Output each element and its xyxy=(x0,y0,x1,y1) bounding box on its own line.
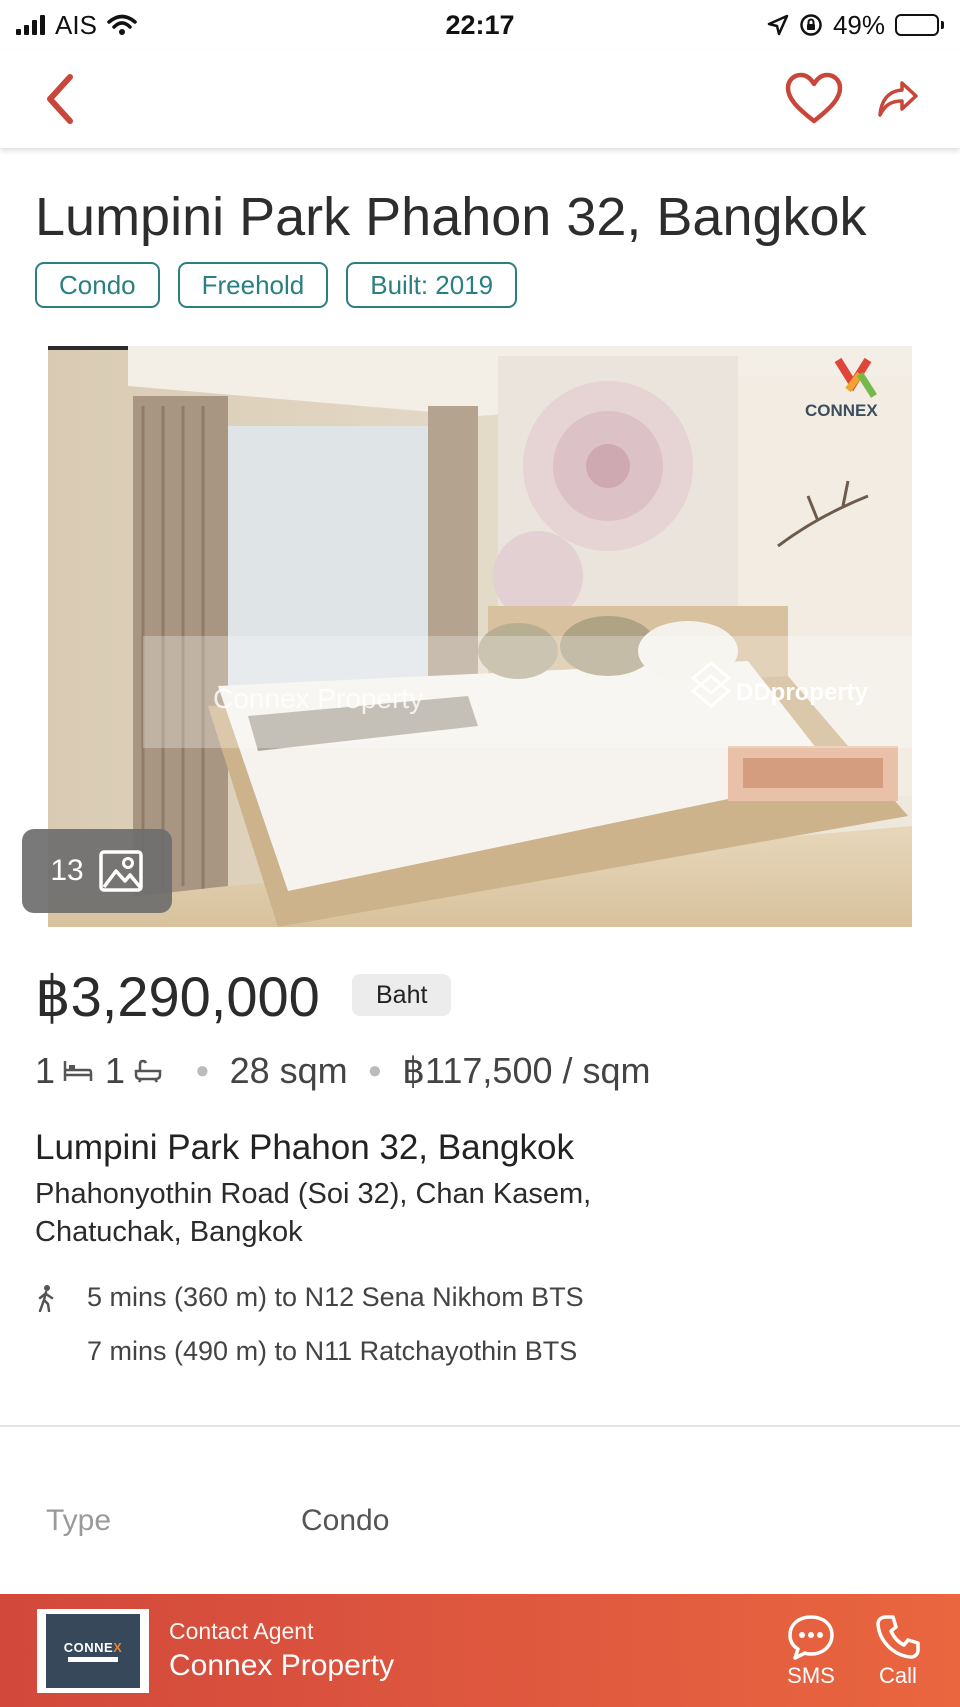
contact-agent-bar: CONNEX Contact Agent Connex Property SMS… xyxy=(0,1594,960,1707)
sms-button[interactable]: SMS xyxy=(786,1613,836,1689)
listing-specs: 1 1 ● 28 sqm ● ฿117,500 / sqm xyxy=(35,1050,651,1092)
floor-area: 28 sqm xyxy=(229,1050,348,1091)
share-icon xyxy=(878,81,918,117)
address-line-1: Phahonyothin Road (Soi 32), Chan Kasem, xyxy=(35,1178,592,1210)
walking-icon xyxy=(38,1284,54,1312)
bathtub-icon xyxy=(133,1059,163,1083)
back-chevron-icon xyxy=(47,74,73,124)
price-per-sqm: ฿117,500 / sqm xyxy=(402,1050,651,1091)
photo-watermark-right: DDproperty xyxy=(736,679,869,706)
section-divider xyxy=(0,1425,960,1427)
back-button[interactable] xyxy=(40,71,80,127)
tag-list: Condo Freehold Built: 2019 xyxy=(35,262,518,308)
location-arrow-icon xyxy=(767,14,789,36)
navigation-bar xyxy=(0,50,960,148)
agent-name: Connex Property xyxy=(169,1649,395,1682)
tag-tenure: Freehold xyxy=(177,262,329,308)
status-bar: AIS 22:17 49% xyxy=(0,0,960,50)
call-label: Call xyxy=(879,1662,917,1688)
bed-icon xyxy=(63,1059,93,1083)
orientation-lock-icon xyxy=(800,14,822,36)
agent-logo-text: CONNEX xyxy=(63,1639,123,1655)
transit-item: 5 mins (360 m) to N12 Sena Nikhom BTS xyxy=(35,1282,584,1313)
transit-text-1: 5 mins (360 m) to N12 Sena Nikhom BTS xyxy=(87,1282,584,1312)
bathroom-count: 1 xyxy=(105,1050,126,1091)
signal-icon xyxy=(16,15,45,35)
clock: 22:17 xyxy=(445,9,515,40)
project-name: Lumpini Park Phahon 32, Bangkok xyxy=(35,1128,574,1167)
call-button[interactable]: Call xyxy=(874,1613,922,1689)
contact-agent-label: Contact Agent xyxy=(169,1618,314,1644)
tag-built-year: Built: 2019 xyxy=(346,262,518,308)
photo-count-button[interactable]: 13 xyxy=(22,829,172,913)
listing-photo[interactable]: Connex Property DDproperty CONNEX xyxy=(48,346,912,927)
share-button[interactable] xyxy=(876,77,920,121)
heart-icon xyxy=(785,72,843,124)
gallery-icon xyxy=(98,850,143,892)
agent-logo[interactable]: CONNEX xyxy=(37,1608,149,1693)
address-line-2: Chatuchak, Bangkok xyxy=(35,1216,303,1248)
transit-text-2: 7 mins (490 m) to N11 Ratchayothin BTS xyxy=(87,1336,578,1366)
bedroom-count: 1 xyxy=(35,1050,56,1091)
photo-watermark-left: Connex Property xyxy=(213,683,423,714)
listing-price: ฿3,290,000 xyxy=(35,965,320,1028)
tag-property-type: Condo xyxy=(35,262,160,308)
detail-type-value: Condo xyxy=(301,1504,390,1537)
favorite-button[interactable] xyxy=(784,71,844,127)
separator-dot: ● xyxy=(195,1057,210,1084)
carrier-name: AIS xyxy=(55,9,97,40)
transit-item: 7 mins (490 m) to N11 Ratchayothin BTS xyxy=(35,1336,577,1367)
listing-title: Lumpini Park Phahon 32, Bangkok xyxy=(35,187,867,247)
connex-brand-text: CONNEX xyxy=(805,401,878,420)
separator-dot: ● xyxy=(367,1057,383,1084)
sms-chat-icon xyxy=(788,1614,834,1660)
battery-charging-icon xyxy=(895,14,944,36)
wifi-icon xyxy=(107,14,137,35)
photo-count: 13 xyxy=(50,854,84,887)
sms-label: SMS xyxy=(787,1662,835,1688)
agent-info[interactable]: Contact Agent Connex Property xyxy=(169,1618,394,1683)
battery-percent: 49% xyxy=(832,9,885,40)
currency-badge: Baht xyxy=(352,974,452,1016)
phone-icon xyxy=(876,1614,920,1659)
detail-type-label: Type xyxy=(46,1504,112,1537)
